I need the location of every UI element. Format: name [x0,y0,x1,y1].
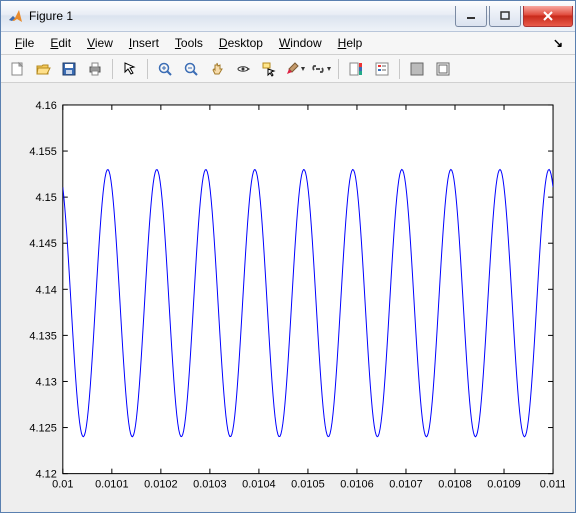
close-button[interactable] [523,6,573,27]
axes-container[interactable]: 0.010.01010.01020.01030.01040.01050.0106… [11,95,565,502]
menubar: File Edit View Insert Tools Desktop Wind… [1,32,575,55]
x-tick-label: 0.0102 [144,479,178,491]
zoom-in-button[interactable] [153,57,177,81]
menu-tools[interactable]: Tools [167,34,211,52]
x-tick-label: 0.0109 [487,479,521,491]
x-tick-label: 0.0101 [95,479,129,491]
x-tick-label: 0.0105 [291,479,325,491]
menu-view[interactable]: View [79,34,121,52]
menu-insert[interactable]: Insert [121,34,167,52]
pan-button[interactable] [205,57,229,81]
x-tick-label: 0.0108 [438,479,472,491]
x-tick-label: 0.0103 [193,479,227,491]
y-tick-label: 4.15 [36,193,57,205]
figure-pane: 0.010.01010.01020.01030.01040.01050.0106… [1,83,575,512]
maximize-button[interactable] [489,6,521,27]
toolbar-separator [338,59,339,79]
y-tick-label: 4.155 [29,147,56,159]
x-tick-label: 0.0107 [389,479,423,491]
open-button[interactable] [31,57,55,81]
link-plots-button[interactable] [309,57,333,81]
save-button[interactable] [57,57,81,81]
menu-file[interactable]: File [7,34,42,52]
figure-window: Figure 1 File Edit View Insert Tools Des… [0,0,576,513]
menu-edit[interactable]: Edit [42,34,79,52]
toolbar-separator [147,59,148,79]
menu-desktop[interactable]: Desktop [211,34,271,52]
data-cursor-button[interactable] [257,57,281,81]
matlab-icon [7,8,23,24]
y-tick-label: 4.145 [29,239,56,251]
dock-controls-icon[interactable]: ↘ [547,36,569,50]
menu-window[interactable]: Window [271,34,330,52]
y-tick-label: 4.16 [36,100,57,112]
titlebar[interactable]: Figure 1 [1,1,575,32]
y-tick-label: 4.125 [29,423,56,435]
y-tick-label: 4.135 [29,331,56,343]
x-tick-label: 0.011 [540,479,565,491]
y-tick-label: 4.14 [36,285,57,297]
y-tick-label: 4.12 [36,469,57,481]
rotate3d-button[interactable] [231,57,255,81]
menu-help[interactable]: Help [330,34,371,52]
brush-button[interactable] [283,57,307,81]
insert-colorbar-button[interactable] [344,57,368,81]
hide-plot-tools-button[interactable] [405,57,429,81]
toolbar [1,55,575,84]
x-tick-label: 0.0104 [242,479,276,491]
toolbar-separator [399,59,400,79]
window-buttons [455,6,573,26]
insert-legend-button[interactable] [370,57,394,81]
minimize-button[interactable] [455,6,487,27]
new-figure-button[interactable] [5,57,29,81]
show-plot-tools-button[interactable] [431,57,455,81]
x-tick-label: 0.0106 [340,479,374,491]
zoom-out-button[interactable] [179,57,203,81]
toolbar-separator [112,59,113,79]
y-tick-label: 4.13 [36,377,57,389]
edit-plot-button[interactable] [118,57,142,81]
window-title: Figure 1 [29,9,455,23]
print-button[interactable] [83,57,107,81]
